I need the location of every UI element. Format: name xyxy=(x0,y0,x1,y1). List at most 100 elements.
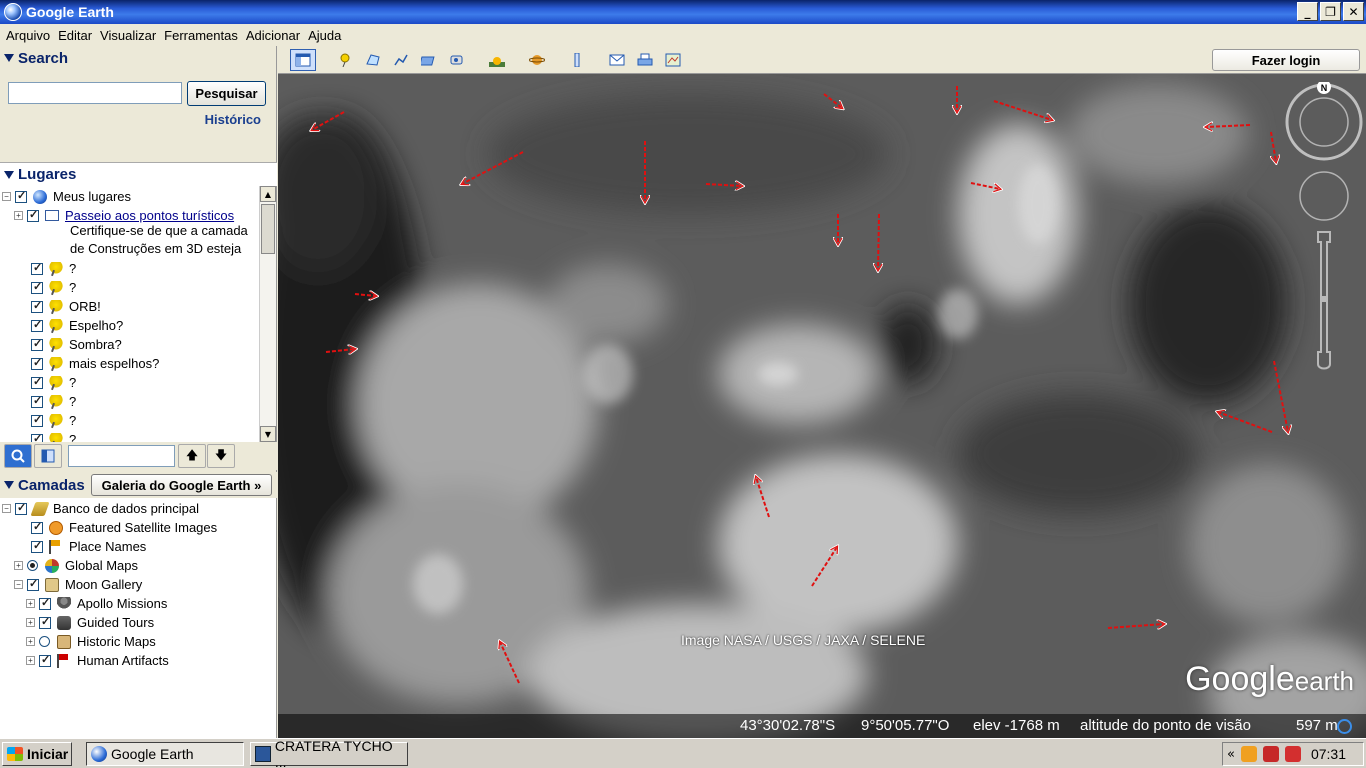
expand-icon[interactable]: + xyxy=(14,561,23,570)
checkbox[interactable] xyxy=(31,337,43,351)
sunlight-button[interactable] xyxy=(484,49,510,71)
sidebar-toggle-button[interactable] xyxy=(290,49,316,71)
menu-adicionar[interactable]: Adicionar xyxy=(242,28,304,43)
move-up-button[interactable]: 🡅 xyxy=(178,444,206,468)
placemark-row[interactable]: ? xyxy=(31,259,76,278)
menu-visualizar[interactable]: Visualizar xyxy=(96,28,160,43)
placemark-row[interactable]: ? xyxy=(31,278,76,297)
checkbox[interactable] xyxy=(31,413,43,427)
layer-row[interactable]: − Banco de dados principal xyxy=(2,499,199,518)
layer-row[interactable]: + Apollo Missions xyxy=(26,594,167,613)
scroll-thumb[interactable] xyxy=(261,204,275,254)
menu-editar[interactable]: Editar xyxy=(54,28,96,43)
planets-button[interactable] xyxy=(524,49,550,71)
close-button[interactable]: ✕ xyxy=(1343,2,1364,21)
add-path-button[interactable] xyxy=(388,49,414,71)
scroll-down-arrow-icon[interactable]: ▼ xyxy=(260,426,276,442)
scroll-up-arrow-icon[interactable]: ▲ xyxy=(260,186,276,202)
placemark-row[interactable]: ? xyxy=(31,373,76,392)
history-link[interactable]: Histórico xyxy=(205,112,261,127)
checkbox[interactable] xyxy=(31,520,43,534)
placemark-row[interactable]: ? xyxy=(31,411,76,430)
placemark-row[interactable]: Espelho? xyxy=(31,316,123,335)
menu-ferramentas[interactable]: Ferramentas xyxy=(160,28,242,43)
layer-row[interactable]: + Human Artifacts xyxy=(26,651,169,670)
tray-expand-chevron[interactable]: « xyxy=(1227,747,1235,762)
ruler-button[interactable] xyxy=(564,49,590,71)
radio-button[interactable] xyxy=(39,636,50,647)
menu-ajuda[interactable]: Ajuda xyxy=(304,28,345,43)
search-header[interactable]: Search xyxy=(0,46,277,70)
checkbox[interactable] xyxy=(31,318,43,332)
checkbox[interactable] xyxy=(31,432,43,442)
record-tour-button[interactable] xyxy=(444,49,470,71)
checkbox[interactable] xyxy=(31,280,43,294)
print-button[interactable] xyxy=(632,49,658,71)
map-viewport[interactable]: Image NASA / USGS / JAXA / SELENE Google… xyxy=(278,74,1366,738)
zoom-slider[interactable] xyxy=(1317,231,1331,370)
move-down-button[interactable]: 🡇 xyxy=(207,444,235,468)
task-word-document[interactable]: CRATERA TYCHO ... xyxy=(250,738,408,768)
places-scrollbar[interactable]: ▲ ▼ xyxy=(259,186,276,442)
checkbox[interactable] xyxy=(31,261,43,275)
checkbox[interactable] xyxy=(27,208,39,222)
clock[interactable]: 07:31 xyxy=(1311,746,1346,762)
add-placemark-button[interactable] xyxy=(332,49,358,71)
compass-ring[interactable]: N xyxy=(1285,82,1363,161)
layer-row[interactable]: + Global Maps xyxy=(14,556,138,575)
checkbox[interactable] xyxy=(39,615,51,629)
checkbox[interactable] xyxy=(31,375,43,389)
placemark-row[interactable]: mais espelhos? xyxy=(31,354,159,373)
add-overlay-button[interactable] xyxy=(416,49,442,71)
minimize-button[interactable]: _ xyxy=(1297,2,1318,21)
tree-row-my-places[interactable]: − Meus lugares xyxy=(2,187,131,206)
navigation-controls[interactable]: N xyxy=(1280,82,1366,382)
login-button[interactable]: Fazer login xyxy=(1212,49,1360,71)
places-header[interactable]: Lugares xyxy=(0,162,277,186)
collapse-triangle-icon[interactable] xyxy=(4,170,14,179)
menu-arquivo[interactable]: Arquivo xyxy=(2,28,54,43)
placemark-row[interactable]: ? xyxy=(31,430,76,442)
checkbox[interactable] xyxy=(15,189,27,203)
tour-link[interactable]: Passeio aos pontos turísticos xyxy=(65,208,234,223)
toggle-panel-button[interactable] xyxy=(34,444,62,468)
expand-icon[interactable]: + xyxy=(26,618,35,627)
checkbox[interactable] xyxy=(39,596,51,610)
expand-icon[interactable]: + xyxy=(26,599,35,608)
placemark-row[interactable]: ORB! xyxy=(31,297,101,316)
collapse-icon[interactable]: − xyxy=(14,580,23,589)
search-input[interactable] xyxy=(8,82,182,104)
checkbox[interactable] xyxy=(39,653,51,667)
expand-icon[interactable]: + xyxy=(26,656,35,665)
placemark-row[interactable]: Sombra? xyxy=(31,335,122,354)
move-joystick[interactable] xyxy=(1299,171,1349,221)
checkbox[interactable] xyxy=(27,577,39,591)
collapse-triangle-icon[interactable] xyxy=(4,54,14,62)
layers-header[interactable]: Camadas Galeria do Google Earth » xyxy=(0,472,277,498)
placemark-row[interactable]: ? xyxy=(31,392,76,411)
tray-app-icon[interactable] xyxy=(1240,746,1257,762)
layers-header-title[interactable]: Camadas xyxy=(0,473,88,497)
checkbox[interactable] xyxy=(31,539,43,553)
earth-gallery-button[interactable]: Galeria do Google Earth » xyxy=(91,474,272,496)
task-google-earth[interactable]: Google Earth xyxy=(86,742,244,766)
collapse-icon[interactable]: − xyxy=(2,192,11,201)
search-button[interactable]: Pesquisar xyxy=(187,81,266,106)
shield-icon[interactable] xyxy=(1262,746,1279,762)
checkbox[interactable] xyxy=(15,501,27,515)
layer-row[interactable]: + Historic Maps xyxy=(26,632,156,651)
expand-icon[interactable]: + xyxy=(14,211,23,220)
layer-row[interactable]: Featured Satellite Images xyxy=(31,518,217,537)
checkbox[interactable] xyxy=(31,394,43,408)
checkbox[interactable] xyxy=(31,299,43,313)
checkbox[interactable] xyxy=(31,356,43,370)
layer-row[interactable]: − Moon Gallery xyxy=(14,575,142,594)
expand-icon[interactable]: + xyxy=(26,637,35,646)
search-places-button[interactable] xyxy=(4,444,32,468)
places-filter-input[interactable] xyxy=(68,445,175,467)
start-button[interactable]: Iniciar xyxy=(2,742,72,766)
radio-button[interactable] xyxy=(27,560,38,571)
antivirus-icon[interactable] xyxy=(1284,746,1301,762)
maps-button[interactable] xyxy=(660,49,686,71)
collapse-triangle-icon[interactable] xyxy=(4,481,14,489)
